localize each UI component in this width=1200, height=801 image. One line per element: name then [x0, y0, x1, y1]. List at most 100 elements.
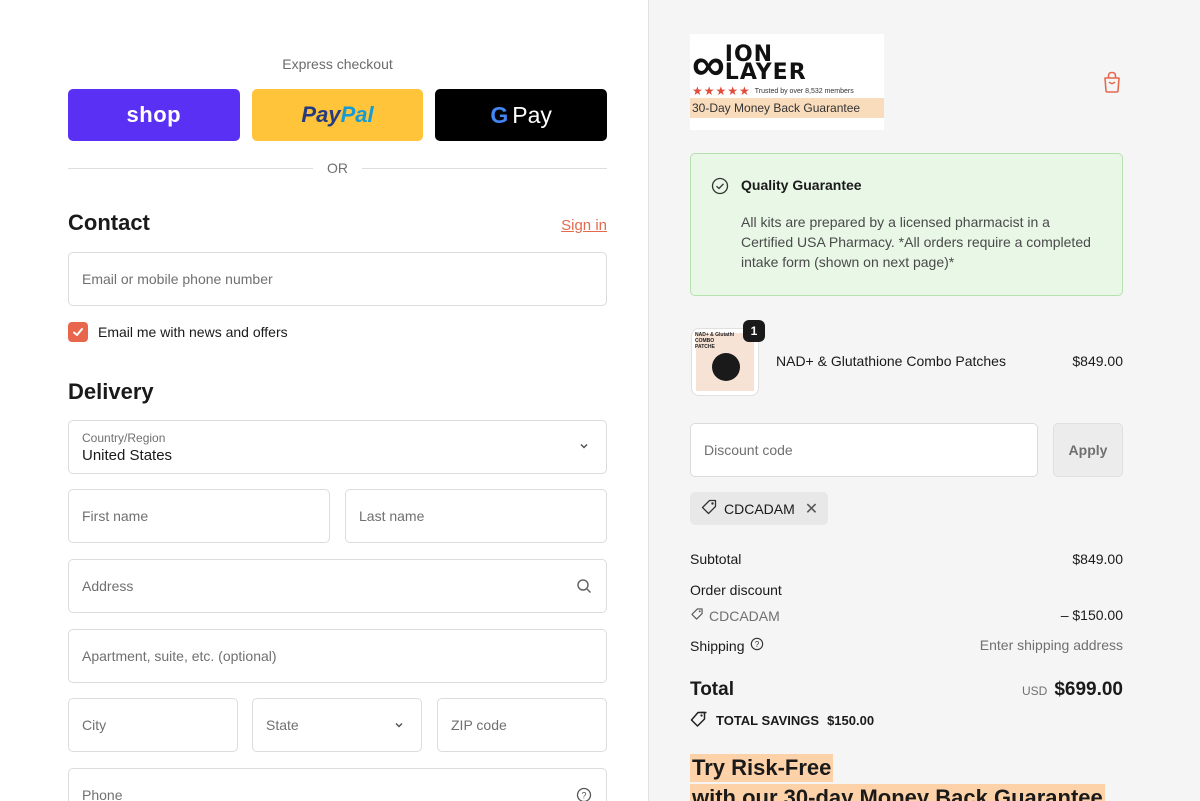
last-name-placeholder: Last name — [359, 508, 425, 524]
subtotal-label: Subtotal — [690, 551, 742, 567]
contact-title: Contact — [68, 210, 150, 235]
brand-name-line2: LAYER — [724, 60, 807, 85]
help-icon[interactable]: ? — [575, 786, 593, 801]
shipping-label: Shipping — [690, 637, 745, 654]
quality-guarantee-box: Quality Guarantee All kits are prepared … — [690, 153, 1123, 296]
tag-icon — [690, 711, 708, 730]
paypal-label-part2: Pal — [340, 102, 374, 127]
country-label: Country/Region — [82, 430, 166, 445]
product-name: NAD+ & Glutathione Combo Patches — [776, 353, 1006, 369]
google-pay-button[interactable]: G Pay — [435, 89, 608, 141]
currency-code: USD — [1021, 684, 1048, 698]
shipping-value: Enter shipping address — [979, 637, 1123, 653]
express-payment-buttons: shop Pay Pal G Pay — [68, 89, 608, 141]
shipping-label-group: Shipping ? — [690, 637, 764, 654]
newsletter-checkbox[interactable] — [68, 322, 88, 342]
address-placeholder: Address — [82, 578, 134, 594]
rating-row: ★★★★★ Trusted by over 8,532 members — [692, 84, 854, 98]
apartment-placeholder: Apartment, suite, etc. (optional) — [82, 648, 277, 664]
remove-discount-icon[interactable]: ✕ — [805, 499, 818, 519]
product-price: $849.00 — [1072, 353, 1123, 369]
help-icon[interactable]: ? — [750, 637, 764, 654]
shop-pay-label: shop — [126, 102, 182, 127]
infinity-icon: ∞ — [692, 38, 725, 90]
shopping-bag-icon[interactable] — [1101, 70, 1123, 94]
quality-title: Quality Guarantee — [741, 177, 862, 193]
discount-code-row: CDCADAM – $150.00 — [690, 607, 1123, 624]
apply-discount-button[interactable]: Apply — [1053, 423, 1123, 477]
brand-logo[interactable]: ∞ ION LAYER ★★★★★ Trusted by over 8,532 … — [690, 34, 884, 130]
phone-field[interactable]: Phone ? — [68, 768, 607, 801]
order-discount-row: Order discount — [690, 582, 1123, 598]
product-thumbnail-label: NAD+ & Glutathi COMBO PATCHE — [695, 332, 735, 350]
tag-icon — [700, 498, 718, 519]
applied-discount-chip: CDCADAM ✕ — [690, 492, 829, 525]
country-value: United States — [82, 446, 173, 464]
subtotal-value: $849.00 — [1072, 551, 1123, 567]
sign-in-link[interactable]: Sign in — [561, 217, 607, 234]
paypal-button[interactable]: Pay Pal — [251, 89, 424, 141]
tag-icon — [690, 607, 704, 624]
shipping-row: Shipping ? Enter shipping address — [690, 637, 1123, 654]
express-checkout-label: Express checkout — [282, 56, 393, 72]
total-savings: TOTAL SAVINGS $150.00 — [690, 711, 874, 730]
total-value-group: USD $699.00 — [1022, 679, 1123, 701]
delivery-title: Delivery — [68, 379, 154, 404]
cart-item: NAD+ & Glutathi COMBO PATCHE 1 NAD+ & Gl… — [690, 320, 1123, 396]
savings-value: $150.00 — [827, 713, 875, 728]
check-circle-icon — [711, 177, 729, 200]
newsletter-option: Email me with news and offers — [68, 322, 288, 342]
or-label: OR — [327, 160, 348, 176]
apartment-field[interactable]: Apartment, suite, etc. (optional) — [68, 629, 607, 683]
shop-pay-button[interactable]: shop — [68, 89, 240, 141]
or-divider: OR — [68, 160, 607, 176]
paypal-label-part1: Pay — [301, 102, 341, 127]
brand-name: ION LAYER — [724, 44, 807, 85]
trusted-text: Trusted by over 8,532 members — [754, 87, 854, 95]
applied-discount-code: CDCADAM — [724, 500, 795, 517]
chevron-down-icon — [578, 439, 590, 455]
brand-wordmark: ∞ ION LAYER — [692, 38, 807, 90]
city-placeholder: City — [82, 717, 107, 733]
subtotal-row: Subtotal $849.00 — [690, 551, 1123, 567]
total-value: $699.00 — [1054, 679, 1123, 700]
promo-subheading: with our 30-day Money Back Guarantee — [690, 784, 1105, 801]
order-summary: ∞ ION LAYER ★★★★★ Trusted by over 8,532 … — [648, 0, 1200, 801]
discount-value: – $150.00 — [1060, 607, 1123, 623]
svg-text:?: ? — [754, 640, 759, 649]
email-field[interactable]: Email or mobile phone number — [68, 252, 607, 306]
email-placeholder: Email or mobile phone number — [82, 271, 273, 287]
city-field[interactable]: City — [68, 698, 238, 752]
google-pay-label: Pay — [512, 101, 552, 128]
address-field[interactable]: Address — [68, 559, 607, 613]
last-name-field[interactable]: Last name — [345, 489, 607, 543]
promo-heading: Try Risk-Free — [690, 754, 834, 782]
first-name-field[interactable]: First name — [68, 489, 330, 543]
discount-code-field[interactable]: Discount code — [690, 423, 1038, 477]
discount-placeholder: Discount code — [704, 442, 793, 458]
state-select[interactable]: State — [252, 698, 422, 752]
total-row: Total USD $699.00 — [690, 679, 1123, 701]
newsletter-label: Email me with news and offers — [98, 324, 288, 340]
order-discount-label: Order discount — [690, 582, 782, 598]
country-select[interactable]: Country/Region United States — [68, 420, 607, 474]
phone-placeholder: Phone — [82, 787, 123, 801]
total-label: Total — [690, 679, 734, 700]
summary-discount-code: CDCADAM — [709, 607, 780, 624]
savings-label: TOTAL SAVINGS — [716, 713, 820, 728]
zip-placeholder: ZIP code — [451, 717, 507, 733]
first-name-placeholder: First name — [82, 508, 149, 524]
google-g-icon: G — [490, 101, 509, 128]
quality-text: All kits are prepared by a licensed phar… — [741, 214, 1091, 270]
star-rating-icon: ★★★★★ — [692, 84, 751, 98]
zip-field[interactable]: ZIP code — [437, 698, 607, 752]
check-icon — [73, 328, 83, 336]
svg-text:?: ? — [581, 791, 586, 801]
search-icon[interactable] — [575, 577, 593, 595]
state-placeholder: State — [266, 717, 299, 733]
quantity-badge: 1 — [743, 320, 765, 342]
guarantee-banner: 30-Day Money Back Guarantee — [690, 98, 884, 118]
discount-code-line: CDCADAM — [690, 607, 780, 624]
checkout-form: Express checkout shop Pay Pal G Pay OR Co… — [0, 0, 648, 801]
chevron-down-icon — [390, 716, 408, 734]
